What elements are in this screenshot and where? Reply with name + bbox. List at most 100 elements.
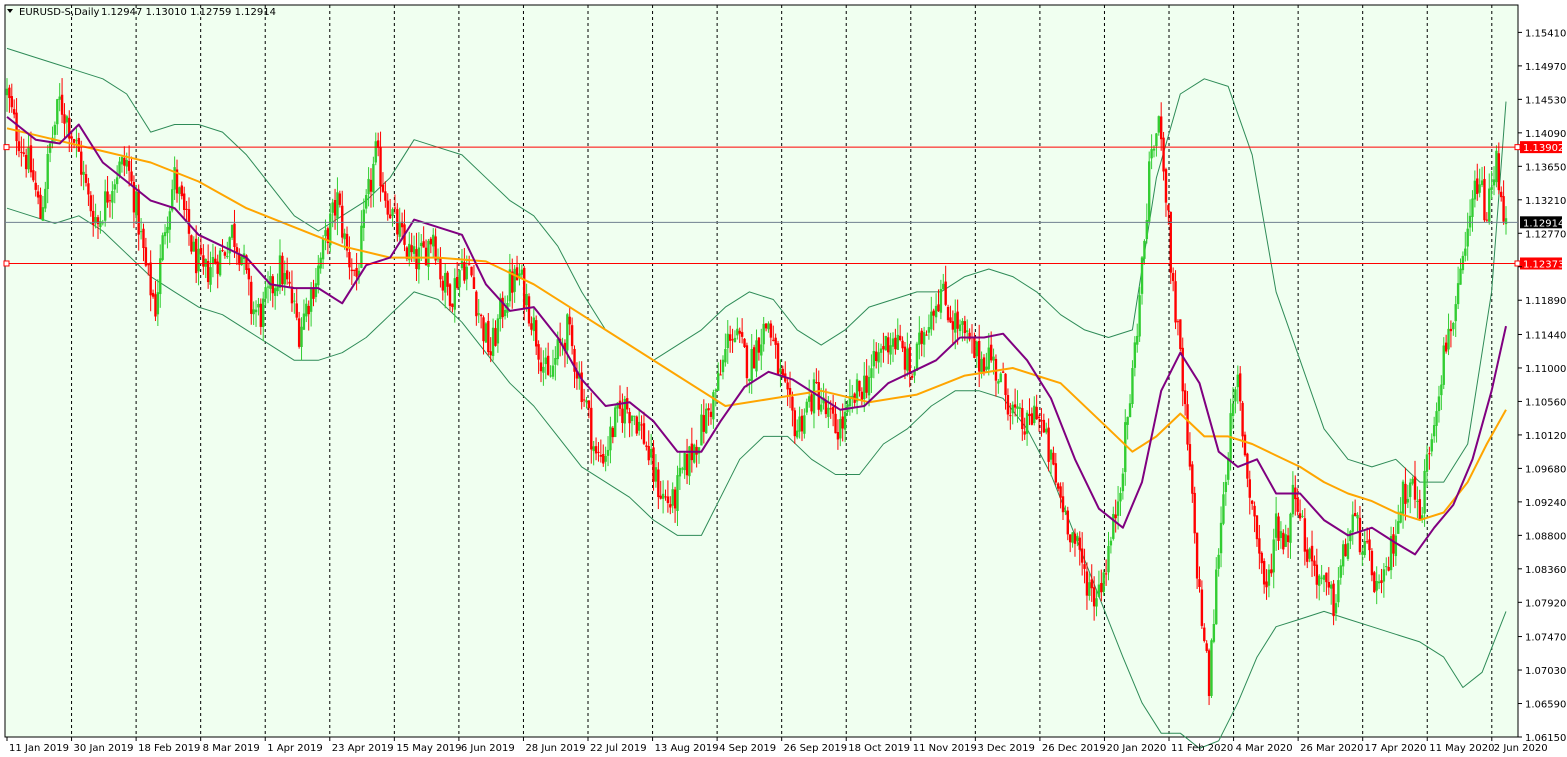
candle-body — [1327, 581, 1331, 588]
candle-body — [1488, 188, 1491, 222]
candle-body — [597, 451, 600, 453]
candle-body — [1262, 560, 1266, 585]
candle-body — [1370, 550, 1374, 576]
candle-body — [676, 475, 679, 511]
candle-body — [70, 136, 73, 139]
candle-body — [1478, 184, 1481, 193]
price-tick-label: 1.14970 — [1525, 62, 1566, 73]
candle-body — [355, 267, 358, 277]
candle-body — [1040, 420, 1043, 422]
candle-body — [999, 373, 1002, 383]
candle-body — [106, 191, 109, 203]
candle-body — [942, 283, 945, 290]
candle-body — [1239, 373, 1242, 402]
candle-body — [161, 235, 164, 260]
candle-body — [1145, 220, 1149, 240]
candle-body — [1018, 407, 1022, 409]
candle-body — [82, 171, 85, 175]
candle-body — [625, 398, 629, 410]
candle-body — [230, 224, 234, 238]
candle-body — [922, 332, 926, 345]
candle-body — [1497, 153, 1501, 191]
time-tick-label: 1 Apr 2019 — [267, 743, 322, 754]
candle-body — [925, 334, 928, 336]
candle-body — [1298, 513, 1302, 519]
candle-body — [1337, 580, 1340, 603]
time-tick-label: 6 Jun 2019 — [461, 743, 515, 754]
candle-body — [944, 281, 947, 305]
candle-body — [523, 267, 526, 308]
price-chart[interactable]: 1.13902 1.12373 1.12914 1.15410 1.14970 1.14… — [0, 0, 1567, 757]
candle-body — [444, 273, 447, 293]
candle-body — [1203, 627, 1206, 642]
candle-body — [1404, 483, 1407, 504]
candle-body — [875, 351, 878, 362]
candle-body — [889, 345, 892, 355]
candle-body — [1035, 406, 1038, 420]
time-tick-label: 11 Feb 2020 — [1171, 743, 1233, 754]
candle-body — [283, 272, 286, 285]
candle-body — [1476, 178, 1479, 194]
candle-body — [716, 372, 720, 391]
candle-body — [1064, 510, 1067, 512]
price-axis[interactable]: 1.15410 1.14970 1.14530 1.14090 1.13650 1.132… — [1518, 28, 1566, 744]
time-tick-label: 26 Mar 2020 — [1300, 743, 1363, 754]
candle-body — [120, 157, 124, 165]
candle-body — [1195, 532, 1199, 579]
candle-body — [262, 298, 265, 328]
candle-body — [1121, 473, 1125, 492]
time-tick-label: 18 Oct 2019 — [848, 743, 910, 754]
candle-body — [582, 399, 586, 401]
candle-body — [685, 453, 689, 476]
candle-body — [1504, 218, 1508, 225]
candle-body — [1332, 583, 1335, 617]
candle-body — [206, 261, 210, 283]
candle-body — [1265, 581, 1268, 588]
candle-body — [300, 326, 303, 348]
candle-body — [877, 352, 880, 363]
time-axis[interactable]: 11 Jan 2019 30 Jan 2019 18 Feb 2019 8 Mar 2… — [6, 737, 1548, 754]
candle-body — [338, 193, 342, 205]
candle-body — [525, 293, 528, 306]
candle-body — [774, 337, 777, 345]
time-tick-label: 11 May 2020 — [1429, 743, 1494, 754]
candle-body — [683, 452, 686, 471]
price-tick-label: 1.06590 — [1525, 700, 1566, 711]
candle-body — [824, 400, 828, 415]
candle-body — [482, 317, 485, 342]
candle-body — [659, 495, 662, 499]
candle-body — [1104, 573, 1108, 575]
candle-body — [1291, 484, 1295, 515]
candle-body — [779, 368, 782, 373]
candle-body — [199, 248, 203, 255]
candle-body — [1212, 624, 1216, 642]
candle-body — [937, 304, 940, 312]
candle-body — [882, 346, 885, 350]
time-tick-label: 4 Mar 2020 — [1236, 743, 1293, 754]
candle-body — [992, 356, 995, 361]
candle-body — [609, 426, 612, 451]
candle-body — [539, 362, 543, 372]
candle-body — [130, 171, 133, 182]
candle-body — [187, 209, 191, 234]
candle-body — [424, 247, 428, 266]
candle-body — [1222, 494, 1225, 524]
candle-body — [791, 396, 794, 411]
candle-body — [166, 226, 169, 234]
candle-body — [858, 380, 861, 392]
candle-body — [41, 207, 45, 221]
candle-body — [372, 163, 375, 193]
candle-body — [748, 379, 751, 382]
candle-body — [707, 408, 710, 411]
candle-body — [87, 183, 90, 195]
candle-body — [621, 408, 624, 423]
candle-body — [24, 154, 28, 170]
candle-body — [898, 335, 902, 341]
candle-body — [1349, 531, 1352, 542]
candle-body — [702, 415, 706, 432]
time-tick-label: 26 Dec 2019 — [1042, 743, 1106, 754]
candle-body — [652, 447, 655, 482]
price-tick-label: 1.13210 — [1525, 196, 1566, 207]
candle-body — [1210, 640, 1213, 696]
candle-body — [135, 191, 138, 216]
